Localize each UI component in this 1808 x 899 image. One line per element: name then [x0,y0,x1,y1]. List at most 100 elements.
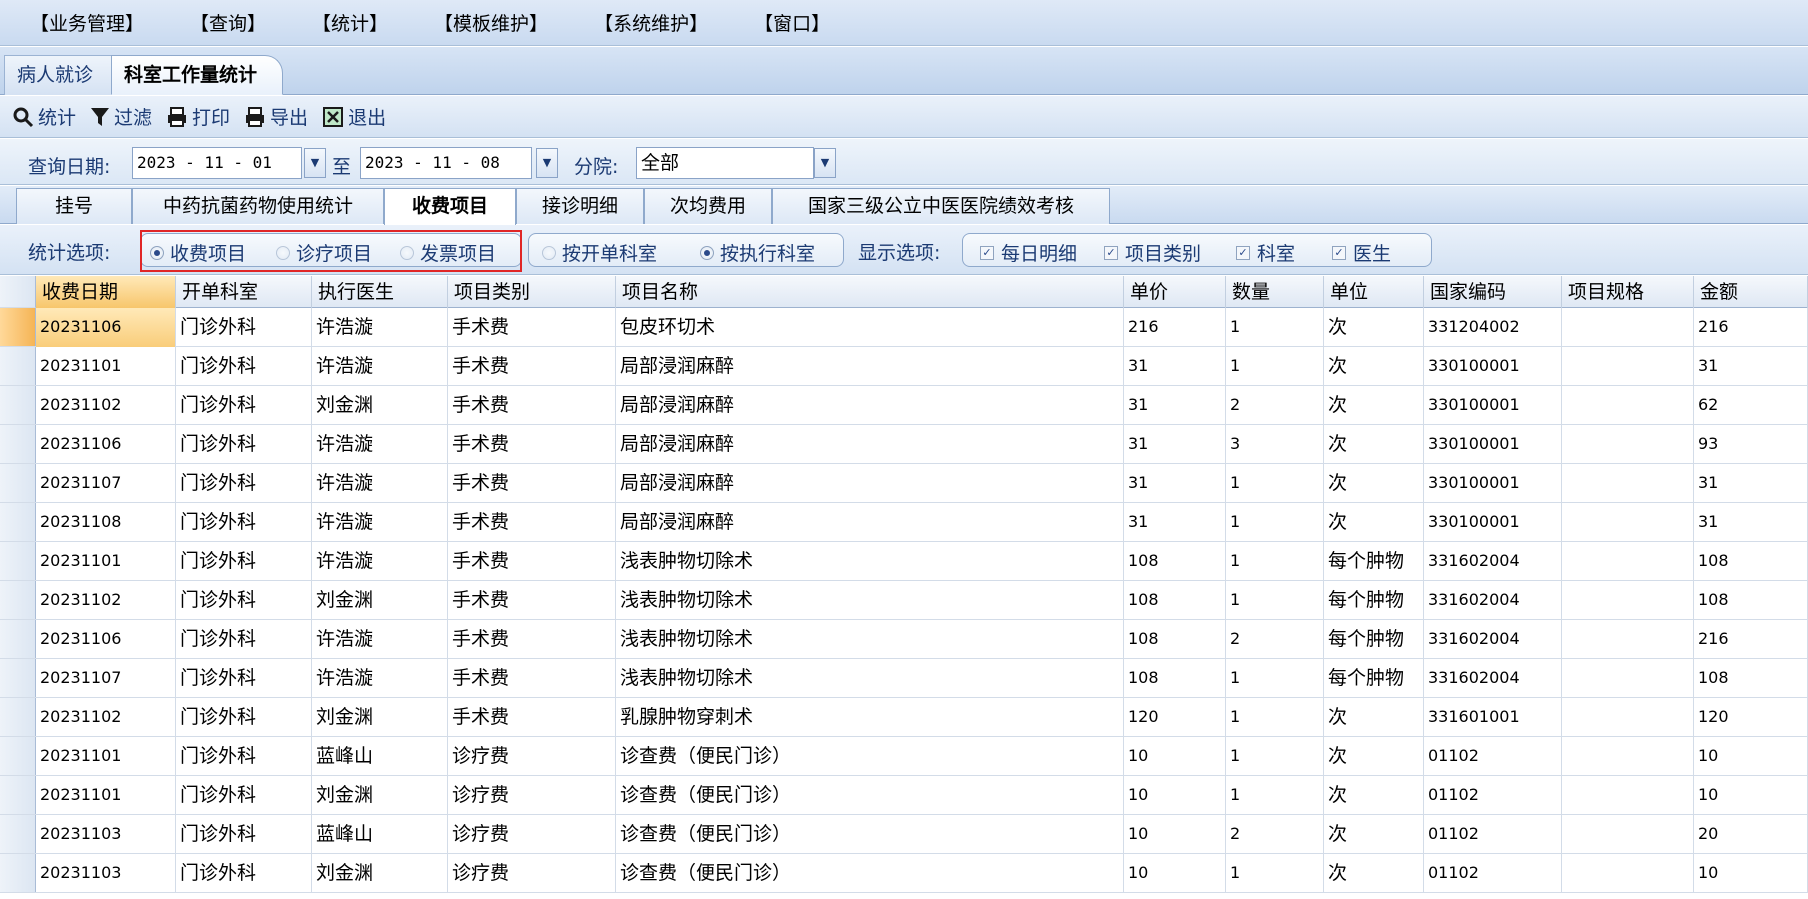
col-order-dept-cell[interactable]: 门诊外科 [176,620,312,659]
col-amount-header[interactable]: 金额 [1694,276,1808,308]
col-quantity-cell[interactable]: 2 [1226,620,1324,659]
col-item-spec-cell[interactable] [1562,581,1694,620]
col-item-spec-cell[interactable] [1562,737,1694,776]
col-unit-cell[interactable]: 次 [1324,347,1424,386]
tab-dept-workload[interactable]: 科室工作量统计 [111,55,283,95]
col-unit-price-cell[interactable]: 10 [1124,737,1226,776]
col-item-spec-cell[interactable] [1562,386,1694,425]
col-exec-doctor-cell[interactable]: 蓝峰山 [312,815,448,854]
col-quantity-cell[interactable]: 1 [1226,659,1324,698]
exit-button[interactable]: 退出 [322,103,386,130]
export-button[interactable]: 导出 [244,103,308,130]
col-national-code-header[interactable]: 国家编码 [1424,276,1562,308]
col-item-category-cell[interactable]: 手术费 [448,542,616,581]
start-date-dropdown[interactable]: ▼ [304,148,326,178]
table-row[interactable]: 20231106 门诊外科 许浩漩 手术费 局部浸润麻醉 31 3 次 330100001 93 [0,425,1808,464]
col-exec-doctor-cell[interactable]: 刘金渊 [312,698,448,737]
col-order-dept-header[interactable]: 开单科室 [176,276,312,308]
col-item-name-cell[interactable]: 局部浸润麻醉 [616,347,1124,386]
col-item-category-cell[interactable]: 手术费 [448,581,616,620]
table-row[interactable]: 20231101 门诊外科 许浩漩 手术费 局部浸润麻醉 31 1 次 330100001 31 [0,347,1808,386]
col-item-name-cell[interactable]: 局部浸润麻醉 [616,425,1124,464]
stat-button[interactable]: 统计 [12,103,76,130]
print-button[interactable]: 打印 [166,103,230,130]
col-order-dept-cell[interactable]: 门诊外科 [176,854,312,893]
menu-statistics[interactable]: 【统计】 [312,9,388,36]
col-amount-cell[interactable]: 108 [1694,659,1808,698]
radio-by-exec-dept[interactable]: 按执行科室 [700,239,815,266]
col-item-name-cell[interactable]: 浅表肿物切除术 [616,659,1124,698]
col-item-spec-cell[interactable] [1562,464,1694,503]
col-order-dept-cell[interactable]: 门诊外科 [176,425,312,464]
tab-avg-cost[interactable]: 次均费用 [644,188,772,224]
col-item-spec-cell[interactable] [1562,620,1694,659]
col-order-dept-cell[interactable]: 门诊外科 [176,815,312,854]
col-unit-cell[interactable]: 次 [1324,386,1424,425]
col-unit-cell[interactable]: 次 [1324,854,1424,893]
col-unit-header[interactable]: 单位 [1324,276,1424,308]
col-order-dept-cell[interactable]: 门诊外科 [176,581,312,620]
col-unit-price-cell[interactable]: 31 [1124,386,1226,425]
col-national-code-cell[interactable]: 331602004 [1424,581,1562,620]
col-amount-cell[interactable]: 216 [1694,620,1808,659]
col-unit-price-cell[interactable]: 120 [1124,698,1226,737]
col-national-code-cell[interactable]: 331602004 [1424,620,1562,659]
col-amount-cell[interactable]: 20 [1694,815,1808,854]
table-row[interactable]: 20231101 门诊外科 蓝峰山 诊疗费 诊查费（便民门诊） 10 1 次 01102 10 [0,737,1808,776]
col-unit-cell[interactable]: 次 [1324,308,1424,347]
col-order-dept-cell[interactable]: 门诊外科 [176,347,312,386]
col-exec-doctor-cell[interactable]: 许浩漩 [312,425,448,464]
col-national-code-cell[interactable]: 331601001 [1424,698,1562,737]
col-unit-cell[interactable]: 每个肿物 [1324,659,1424,698]
col-item-name-cell[interactable]: 诊查费（便民门诊） [616,737,1124,776]
tab-charge-items[interactable]: 收费项目 [384,188,516,225]
check-daily-detail[interactable]: ✓ 每日明细 [980,239,1077,266]
col-item-name-cell[interactable]: 局部浸润麻醉 [616,386,1124,425]
col-exec-doctor-cell[interactable]: 许浩漩 [312,464,448,503]
table-row[interactable]: 20231102 门诊外科 刘金渊 手术费 浅表肿物切除术 108 1 每个肿物 3316020… [0,581,1808,620]
col-unit-price-cell[interactable]: 108 [1124,581,1226,620]
col-national-code-cell[interactable]: 331602004 [1424,542,1562,581]
col-item-spec-header[interactable]: 项目规格 [1562,276,1694,308]
col-amount-cell[interactable]: 62 [1694,386,1808,425]
table-row[interactable]: 20231103 门诊外科 刘金渊 诊疗费 诊查费（便民门诊） 10 1 次 01102 10 [0,854,1808,893]
col-item-category-cell[interactable]: 手术费 [448,347,616,386]
col-item-spec-cell[interactable] [1562,659,1694,698]
menu-window[interactable]: 【窗口】 [754,9,830,36]
col-exec-doctor-cell[interactable]: 许浩漩 [312,620,448,659]
table-row[interactable]: 20231101 门诊外科 许浩漩 手术费 浅表肿物切除术 108 1 每个肿物 3316020… [0,542,1808,581]
col-national-code-cell[interactable]: 330100001 [1424,464,1562,503]
branch-select[interactable]: 全部 [636,147,814,179]
col-unit-price-cell[interactable]: 216 [1124,308,1226,347]
col-amount-cell[interactable]: 108 [1694,542,1808,581]
col-item-category-cell[interactable]: 诊疗费 [448,737,616,776]
table-row[interactable]: 20231102 门诊外科 刘金渊 手术费 局部浸润麻醉 31 2 次 330100001 62 [0,386,1808,425]
col-charge-date-cell[interactable]: 20231106 [36,620,176,659]
col-item-spec-cell[interactable] [1562,815,1694,854]
col-national-code-cell[interactable]: 331204002 [1424,308,1562,347]
col-unit-price-cell[interactable]: 108 [1124,542,1226,581]
col-national-code-cell[interactable]: 01102 [1424,854,1562,893]
col-amount-cell[interactable]: 108 [1694,581,1808,620]
col-unit-price-cell[interactable]: 10 [1124,854,1226,893]
col-item-spec-cell[interactable] [1562,308,1694,347]
col-item-spec-cell[interactable] [1562,776,1694,815]
col-unit-cell[interactable]: 次 [1324,815,1424,854]
col-quantity-cell[interactable]: 1 [1226,854,1324,893]
col-charge-date-cell[interactable]: 20231108 [36,503,176,542]
col-order-dept-cell[interactable]: 门诊外科 [176,776,312,815]
col-national-code-cell[interactable]: 01102 [1424,776,1562,815]
col-national-code-cell[interactable]: 331602004 [1424,659,1562,698]
table-row[interactable]: 20231106 门诊外科 许浩漩 手术费 包皮环切术 216 1 次 331204002 216 [0,308,1808,347]
col-exec-doctor-header[interactable]: 执行医生 [312,276,448,308]
col-exec-doctor-cell[interactable]: 刘金渊 [312,776,448,815]
col-national-code-cell[interactable]: 330100001 [1424,347,1562,386]
col-quantity-cell[interactable]: 1 [1226,776,1324,815]
col-exec-doctor-cell[interactable]: 许浩漩 [312,659,448,698]
col-exec-doctor-cell[interactable]: 许浩漩 [312,308,448,347]
col-unit-price-cell[interactable]: 31 [1124,347,1226,386]
menu-query[interactable]: 【查询】 [190,9,266,36]
col-quantity-cell[interactable]: 1 [1226,698,1324,737]
col-exec-doctor-cell[interactable]: 刘金渊 [312,854,448,893]
col-item-name-header[interactable]: 项目名称 [616,276,1124,308]
